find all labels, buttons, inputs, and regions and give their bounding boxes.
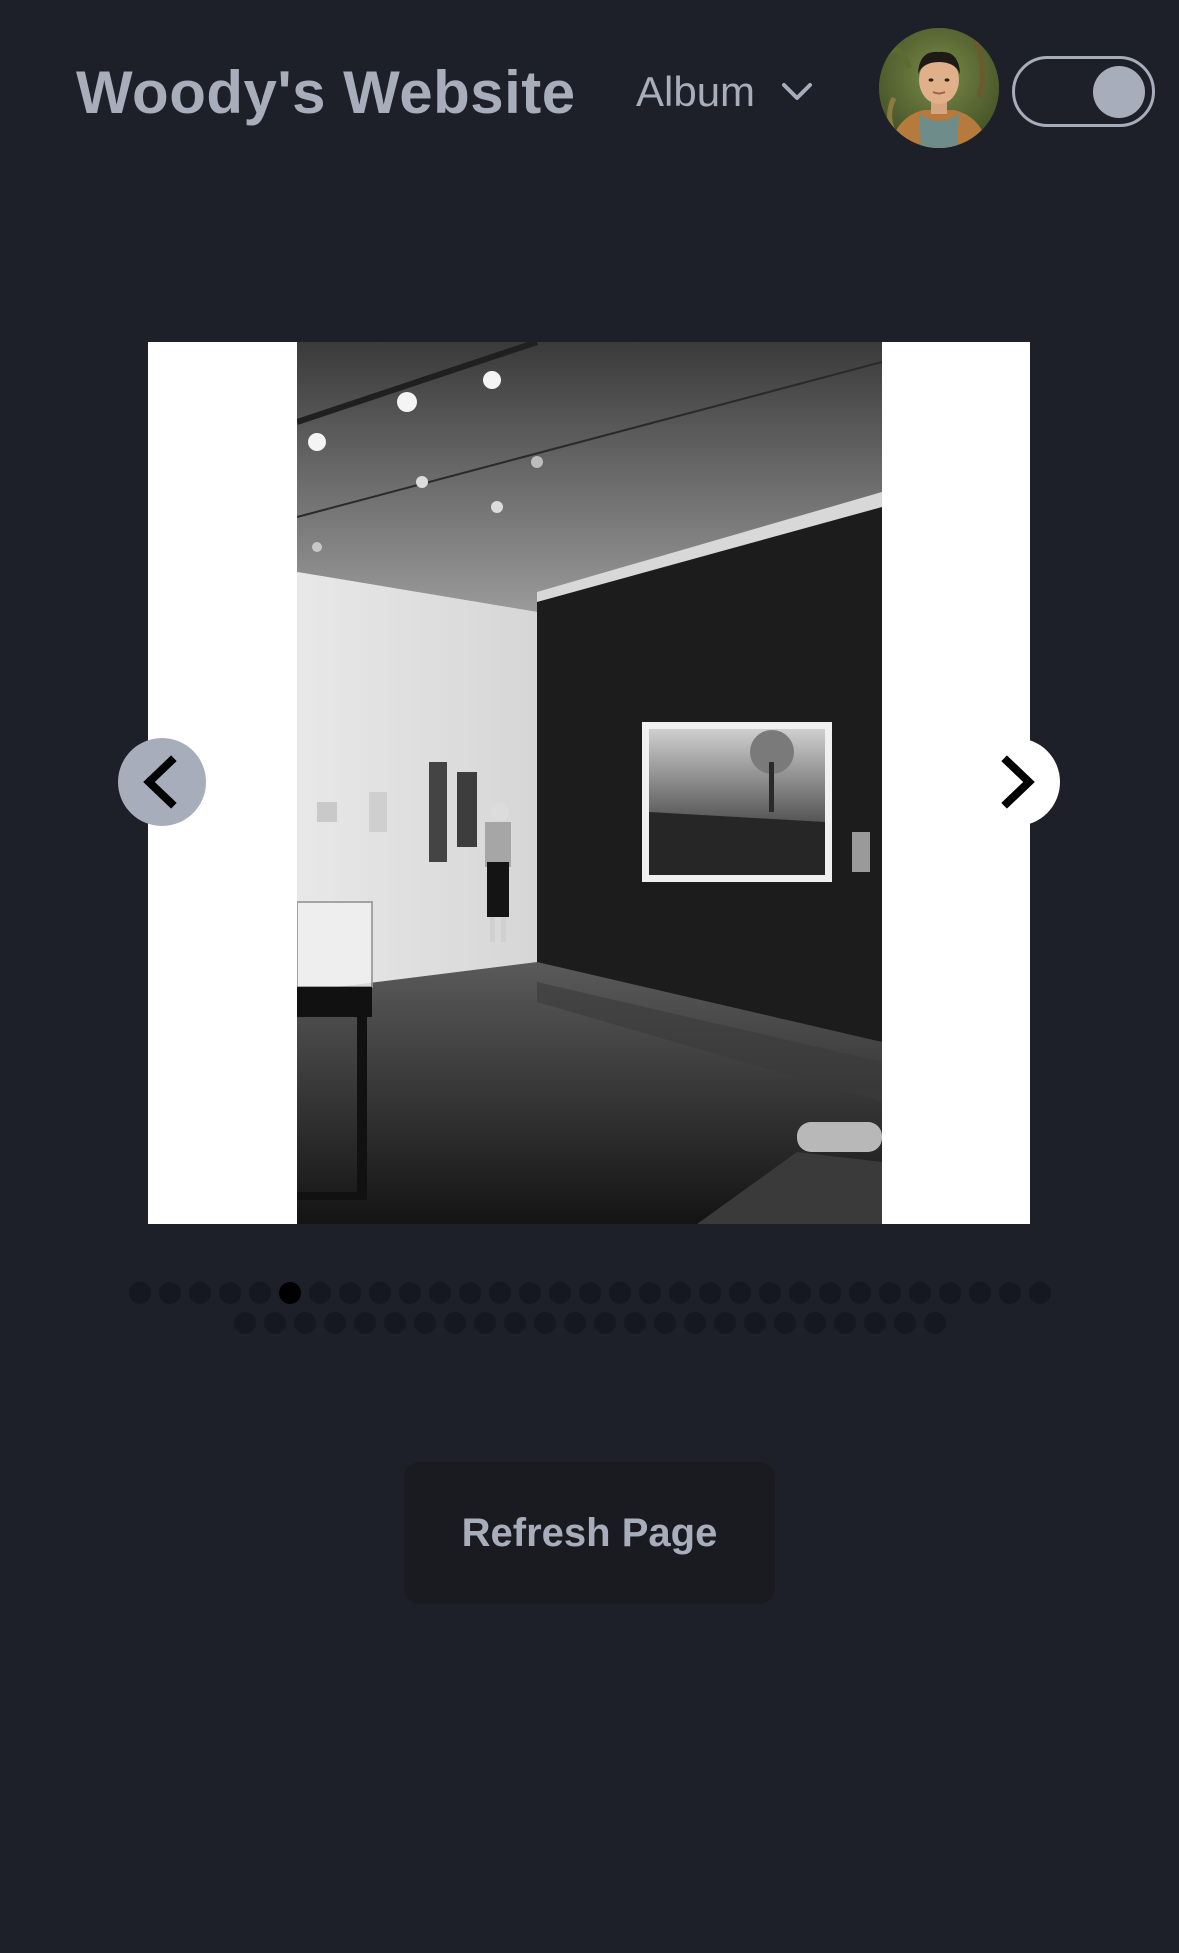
- pagination-dot[interactable]: [444, 1312, 466, 1334]
- chevron-left-icon: [143, 755, 177, 809]
- pagination-dot[interactable]: [804, 1312, 826, 1334]
- site-header: Woody's Website Album: [0, 0, 1179, 185]
- pagination-dot[interactable]: [699, 1282, 721, 1304]
- pagination-dot[interactable]: [684, 1312, 706, 1334]
- pagination-dot[interactable]: [969, 1282, 991, 1304]
- site-title[interactable]: Woody's Website: [76, 58, 576, 128]
- carousel-slide-photo[interactable]: [297, 342, 882, 1224]
- pagination-dot[interactable]: [714, 1312, 736, 1334]
- avatar-image: [879, 28, 999, 148]
- album-dropdown[interactable]: Album: [636, 64, 815, 120]
- carousel-pagination: [118, 1282, 1062, 1334]
- pagination-dot[interactable]: [294, 1312, 316, 1334]
- pagination-dot[interactable]: [189, 1282, 211, 1304]
- pagination-dot[interactable]: [654, 1312, 676, 1334]
- pagination-dot[interactable]: [609, 1282, 631, 1304]
- chevron-down-icon: [782, 83, 813, 100]
- pagination-dot[interactable]: [579, 1282, 601, 1304]
- pagination-dot[interactable]: [219, 1282, 241, 1304]
- theme-toggle-knob: [1093, 66, 1145, 118]
- pagination-dot[interactable]: [369, 1282, 391, 1304]
- pagination-dot[interactable]: [909, 1282, 931, 1304]
- pagination-dot[interactable]: [759, 1282, 781, 1304]
- pagination-dot[interactable]: [519, 1282, 541, 1304]
- pagination-dot[interactable]: [1029, 1282, 1051, 1304]
- pagination-dot[interactable]: [639, 1282, 661, 1304]
- pagination-dot[interactable]: [549, 1282, 571, 1304]
- pagination-dot[interactable]: [129, 1282, 151, 1304]
- pagination-dot[interactable]: [234, 1312, 256, 1334]
- pagination-dot[interactable]: [264, 1312, 286, 1334]
- pagination-dot[interactable]: [729, 1282, 751, 1304]
- pagination-dot[interactable]: [489, 1282, 511, 1304]
- pagination-dot[interactable]: [924, 1312, 946, 1334]
- previous-slide-button[interactable]: [118, 738, 206, 826]
- pagination-dot[interactable]: [324, 1312, 346, 1334]
- pagination-dot[interactable]: [399, 1282, 421, 1304]
- pagination-dot[interactable]: [384, 1312, 406, 1334]
- pagination-dot[interactable]: [594, 1312, 616, 1334]
- pagination-dot[interactable]: [789, 1282, 811, 1304]
- pagination-dot[interactable]: [624, 1312, 646, 1334]
- pagination-dot[interactable]: [429, 1282, 451, 1304]
- avatar[interactable]: [879, 28, 999, 148]
- pagination-dot[interactable]: [864, 1312, 886, 1334]
- pagination-dot[interactable]: [939, 1282, 961, 1304]
- pagination-dot[interactable]: [414, 1312, 436, 1334]
- pagination-dot[interactable]: [474, 1312, 496, 1334]
- next-slide-button[interactable]: [972, 738, 1060, 826]
- pagination-dot[interactable]: [504, 1312, 526, 1334]
- album-dropdown-label: Album: [636, 68, 756, 115]
- pagination-dot[interactable]: [774, 1312, 796, 1334]
- pagination-dot[interactable]: [309, 1282, 331, 1304]
- theme-toggle[interactable]: [1012, 56, 1155, 127]
- pagination-dot[interactable]: [879, 1282, 901, 1304]
- pagination-dot[interactable]: [894, 1312, 916, 1334]
- pagination-dot[interactable]: [354, 1312, 376, 1334]
- pagination-dot[interactable]: [819, 1282, 841, 1304]
- pagination-dot[interactable]: [669, 1282, 691, 1304]
- pagination-dot[interactable]: [159, 1282, 181, 1304]
- pagination-dot[interactable]: [564, 1312, 586, 1334]
- pagination-dot[interactable]: [339, 1282, 361, 1304]
- pagination-dot[interactable]: [849, 1282, 871, 1304]
- pagination-dot[interactable]: [459, 1282, 481, 1304]
- pagination-dot[interactable]: [834, 1312, 856, 1334]
- refresh-page-button[interactable]: Refresh Page: [404, 1462, 775, 1604]
- chevron-right-icon: [1001, 755, 1035, 809]
- pagination-dot[interactable]: [249, 1282, 271, 1304]
- photo-carousel: [148, 342, 1030, 1224]
- pagination-dot[interactable]: [999, 1282, 1021, 1304]
- pagination-dot-active[interactable]: [279, 1282, 301, 1304]
- pagination-dot[interactable]: [744, 1312, 766, 1334]
- pagination-dot[interactable]: [534, 1312, 556, 1334]
- gallery-photo: [297, 342, 882, 1224]
